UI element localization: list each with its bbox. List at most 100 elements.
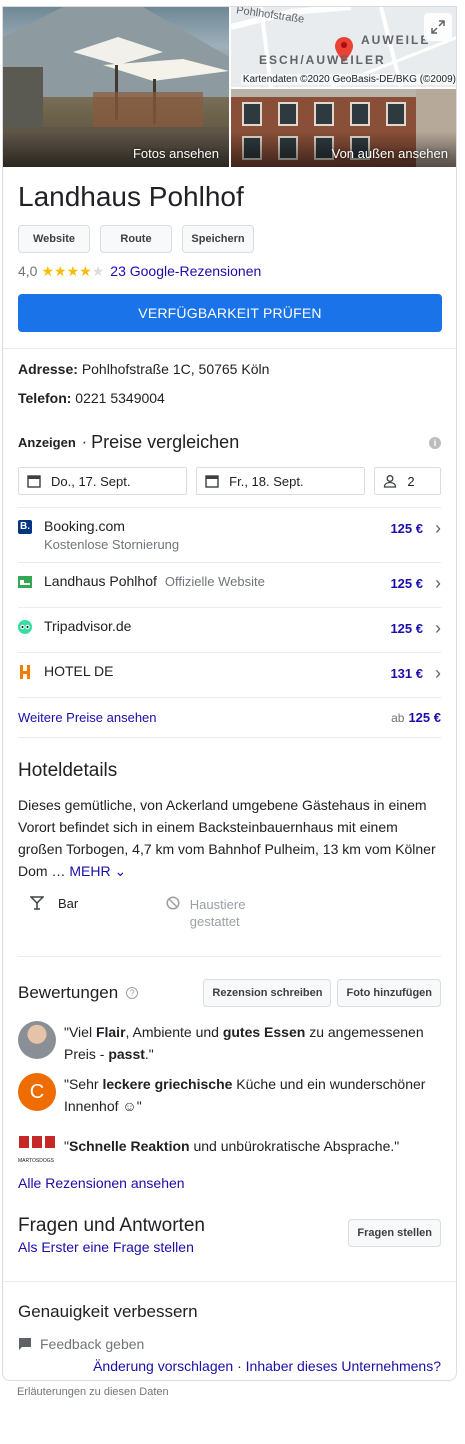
chevron-right-icon: › — [435, 573, 441, 593]
all-reviews-link[interactable]: Alle Rezensionen ansehen — [18, 1175, 441, 1191]
hotel-bed-icon — [18, 575, 32, 589]
avatar: C — [18, 1073, 56, 1111]
write-review-button[interactable]: Rezension schreiben — [203, 979, 332, 1007]
emoji-icon: ☺ — [122, 1098, 137, 1114]
divider — [18, 956, 441, 957]
website-button[interactable]: Website — [18, 225, 90, 253]
feedback-row[interactable]: Feedback geben — [18, 1336, 441, 1352]
expand-icon — [431, 20, 445, 34]
star-filled-icon: ★ — [79, 263, 92, 279]
ask-first-question-link[interactable]: Als Erster eine Frage stellen — [18, 1239, 205, 1255]
exterior-photo[interactable]: Von außen ansehen — [231, 89, 456, 167]
cocktail-icon — [29, 896, 50, 956]
exterior-caption: Von außen ansehen — [331, 146, 448, 161]
booking-icon: B. — [18, 520, 32, 534]
amenity-pets: Haustiere gestattet — [166, 896, 276, 956]
ask-question-button[interactable]: Fragen stellen — [348, 1219, 441, 1247]
expand-map-button[interactable] — [424, 13, 452, 41]
star-filled-icon: ★ — [54, 263, 67, 279]
price-compare-header: Anzeigen · Preise vergleichen i — [18, 432, 441, 453]
address-row: Adresse: Pohlhofstraße 1C, 50765 Köln — [18, 361, 441, 377]
divider — [18, 737, 441, 738]
star-filled-icon: ★ — [66, 263, 80, 279]
rating-value: 4,0 — [18, 263, 38, 279]
price-row-tripadvisor[interactable]: Tripadvisor.de 125 € › — [18, 607, 441, 652]
reviews-title: Bewertungen — [18, 983, 119, 1002]
phone-label: Telefon: — [18, 390, 72, 406]
checkout-date: Fr., 18. Sept. — [229, 473, 304, 489]
guests-count: 2 — [407, 473, 415, 489]
hotel-description: Dieses gemütliche, von Ackerland umgeben… — [18, 794, 441, 882]
separator-dot: · — [81, 433, 88, 451]
provider-price: 125 € — [390, 621, 423, 636]
suggest-edit-link[interactable]: Änderung vorschlagen — [93, 1358, 233, 1374]
chevron-down-icon: ⌄ — [114, 863, 127, 879]
review-text: "Schnelle Reaktion und unbürokratische A… — [64, 1138, 400, 1154]
compare-prices-title: Preise vergleichen — [91, 432, 240, 452]
knowledge-panel: Fotos ansehen Pohlhofstraße AUWEILE ESCH… — [2, 6, 457, 1381]
dot-separator: · — [233, 1358, 246, 1374]
price-row-booking[interactable]: B. Booking.com Kostenlose Stornierung 125… — [18, 507, 441, 562]
amenity-bar: Bar — [29, 896, 166, 956]
reviews-link[interactable]: 23 Google-Rezensionen — [110, 263, 261, 279]
amenity-pets-label: Haustiere gestattet — [189, 897, 246, 929]
action-buttons: Website Route Speichern — [18, 225, 441, 253]
provider-name: Booking.com — [44, 518, 125, 534]
help-icon[interactable]: ? — [126, 987, 139, 999]
rating-row: 4,0 ★ ★ ★ ★ ★ 23 Google-Rezensionen — [18, 263, 441, 279]
divider — [3, 1281, 456, 1282]
official-site-tag: Offizielle Website — [164, 574, 265, 589]
tripadvisor-icon — [18, 620, 32, 634]
address-label: Adresse: — [18, 361, 78, 377]
review-snippet: "Viel Flair, Ambiente und gutes Essen zu… — [18, 1021, 441, 1065]
provider-name: HOTEL DE — [44, 663, 114, 679]
feedback-icon — [19, 1338, 31, 1350]
review-text: "Viel Flair, Ambiente und gutes Essen zu… — [64, 1024, 424, 1062]
route-button[interactable]: Route — [100, 225, 172, 253]
place-title: Landhaus Pohlhof — [18, 181, 244, 212]
checkout-date-field[interactable]: Fr., 18. Sept. — [196, 467, 366, 495]
provider-price: 131 € — [390, 666, 423, 681]
feedback-label: Feedback geben — [40, 1336, 145, 1352]
price-row-official[interactable]: Landhaus Pohlhof Offizielle Website 125 €… — [18, 562, 441, 607]
check-availability-button[interactable]: VERFÜGBARKEIT PRÜFEN — [18, 294, 442, 332]
provider-name: Tripadvisor.de — [44, 618, 132, 634]
faq-title: Fragen und Antworten — [18, 1215, 205, 1236]
not-allowed-icon — [166, 896, 182, 956]
from-price: 125 € — [408, 710, 441, 725]
calendar-icon — [27, 475, 41, 488]
reviews-header: Bewertungen ? Rezension schreiben Foto h… — [18, 979, 441, 1007]
map-thumbnail[interactable]: Pohlhofstraße AUWEILE ESCH/AUWEILER Kart… — [231, 7, 456, 87]
amenity-bar-label: Bar — [58, 896, 79, 911]
faq-section: Fragen und Antworten Als Erster eine Fra… — [18, 1215, 441, 1255]
map-label-main: ESCH/AUWEILER — [259, 53, 386, 67]
checkin-date-field[interactable]: Do., 17. Sept. — [18, 467, 188, 495]
photo-header: Fotos ansehen Pohlhofstraße AUWEILE ESCH… — [3, 7, 456, 167]
chevron-right-icon: › — [435, 518, 441, 538]
more-prices-row: Weitere Preise ansehen ab 125 € — [18, 697, 441, 737]
review-snippet: C "Sehr leckere griechische Küche und ei… — [18, 1073, 441, 1117]
info-icon[interactable]: i — [429, 436, 441, 449]
avatar — [18, 1021, 56, 1059]
owner-link[interactable]: Inhaber dieses Unternehmens? — [246, 1358, 441, 1374]
phone-value[interactable]: 0221 5349004 — [75, 390, 165, 406]
provider-price: 125 € — [390, 576, 423, 591]
map-copyright: Kartendaten ©2020 GeoBasis-DE/BKG (©2009… — [240, 74, 456, 85]
more-prices-link[interactable]: Weitere Preise ansehen — [18, 710, 157, 725]
chevron-right-icon: › — [435, 618, 441, 638]
star-rating: ★ ★ ★ ★ ★ — [41, 264, 104, 278]
price-row-hotelde[interactable]: HOTEL DE 131 € › — [18, 652, 441, 697]
more-link[interactable]: MEHR ⌄ — [69, 863, 126, 879]
divider — [3, 348, 456, 349]
main-photo[interactable]: Fotos ansehen — [3, 7, 229, 167]
review-snippet: MARTOSDOGS "Schnelle Reaktion und unbüro… — [18, 1135, 441, 1164]
provider-note: Kostenlose Stornierung — [44, 537, 180, 552]
address-value[interactable]: Pohlhofstraße 1C, 50765 Köln — [82, 361, 270, 377]
from-label: ab — [391, 710, 405, 725]
data-explanation-link[interactable]: Erläuterungen zu diesen Daten — [17, 1386, 169, 1398]
guests-field[interactable]: 2 — [374, 467, 442, 495]
add-photo-button[interactable]: Foto hinzufügen — [337, 979, 441, 1007]
ads-label: Anzeigen — [18, 435, 76, 450]
price-list: B. Booking.com Kostenlose Stornierung 125… — [18, 507, 441, 737]
save-button[interactable]: Speichern — [182, 225, 254, 253]
